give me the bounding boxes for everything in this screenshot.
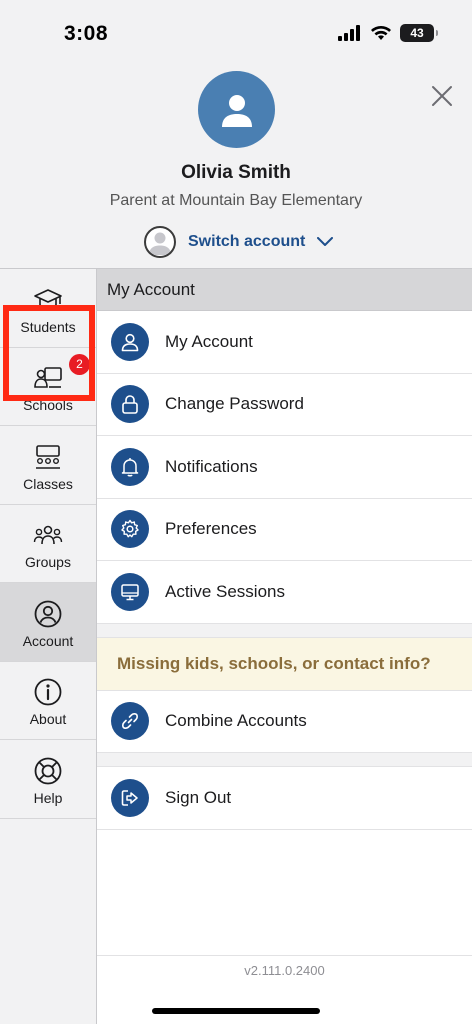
status-icons: 43: [338, 24, 438, 42]
missing-info-notice[interactable]: Missing kids, schools, or contact info?: [97, 637, 472, 691]
user-name: Olivia Smith: [181, 162, 291, 183]
menu-item-change-password[interactable]: Change Password: [97, 374, 472, 436]
groups-icon: [33, 520, 63, 550]
sidebar-nav: Students 2 Schools Classes Groups Accoun…: [0, 268, 97, 1024]
menu-item-sign-out[interactable]: Sign Out: [97, 767, 472, 830]
sidebar-item-students[interactable]: Students: [0, 269, 96, 348]
sidebar-item-label: About: [29, 711, 67, 727]
account-icon: [33, 599, 63, 629]
menu-item-my-account[interactable]: My Account: [97, 311, 472, 374]
switch-account-avatar: [144, 226, 176, 258]
classroom-icon: [33, 442, 63, 472]
switch-account-label: Switch account: [188, 233, 306, 250]
battery-icon: 43: [400, 24, 438, 42]
sidebar-item-about[interactable]: About: [0, 662, 96, 740]
menu-item-label: Sign Out: [165, 787, 232, 807]
sidebar-item-label: Groups: [25, 554, 71, 570]
close-button[interactable]: [424, 78, 460, 114]
sidebar-item-groups[interactable]: Groups: [0, 505, 96, 583]
menu-item-label: Preferences: [165, 519, 257, 539]
profile-header: Olivia Smith Parent at Mountain Bay Elem…: [0, 62, 472, 268]
menu-item-preferences[interactable]: Preferences: [97, 499, 472, 561]
menu-item-label: Combine Accounts: [165, 711, 307, 731]
graduation-cap-icon: [33, 285, 63, 315]
app-version: v2.111.0.2400: [244, 963, 325, 978]
section-divider: [97, 623, 472, 638]
person-icon: [221, 94, 252, 127]
status-time: 3:08: [64, 22, 109, 45]
sign-out-icon: [111, 778, 149, 817]
bell-icon: [111, 447, 149, 486]
lock-icon: [111, 385, 149, 424]
sidebar-item-label: Students: [20, 318, 76, 335]
menu-item-active-sessions[interactable]: Active Sessions: [97, 561, 472, 624]
sidebar-item-label: Schools: [23, 397, 73, 413]
section-divider: [97, 753, 472, 767]
sidebar-item-schools[interactable]: 2 Schools: [0, 348, 96, 426]
status-bar: 3:08 43: [0, 0, 472, 62]
wifi-icon: [371, 26, 391, 40]
sidebar-item-account[interactable]: Account: [0, 583, 96, 662]
menu-item-label: Notifications: [165, 456, 258, 476]
account-panel: My Account My Account Change Password No…: [97, 268, 472, 1024]
menu-item-label: Active Sessions: [165, 581, 285, 601]
cellular-signal-icon: [338, 25, 360, 41]
sidebar-item-label: Help: [33, 789, 63, 806]
lifebuoy-icon: [33, 756, 63, 786]
school-icon: [33, 363, 63, 393]
sidebar-item-label: Account: [22, 632, 74, 649]
notification-badge: 2: [69, 353, 90, 375]
gear-icon: [111, 510, 149, 549]
person-icon: [149, 232, 171, 255]
section-header: My Account: [97, 269, 472, 311]
menu-item-combine-accounts[interactable]: Combine Accounts: [97, 691, 472, 753]
chevron-down-icon: [317, 237, 334, 246]
sidebar-item-help[interactable]: Help: [0, 740, 96, 819]
close-icon: [432, 86, 452, 106]
avatar: [198, 71, 275, 148]
person-icon: [111, 322, 149, 361]
sidebar-item-classes[interactable]: Classes: [0, 426, 96, 505]
link-icon: [111, 702, 149, 741]
menu-item-label: Change Password: [165, 394, 304, 414]
info-icon: [33, 677, 63, 707]
footer-divider: [97, 955, 472, 956]
switch-account-button[interactable]: Switch account: [144, 226, 334, 258]
home-indicator: [152, 1008, 320, 1014]
user-role: Parent at Mountain Bay Elementary: [109, 192, 363, 209]
sidebar-item-label: Classes: [23, 475, 73, 492]
menu-item-notifications[interactable]: Notifications: [97, 436, 472, 499]
menu-item-label: My Account: [165, 331, 253, 351]
monitor-icon: [111, 572, 149, 611]
